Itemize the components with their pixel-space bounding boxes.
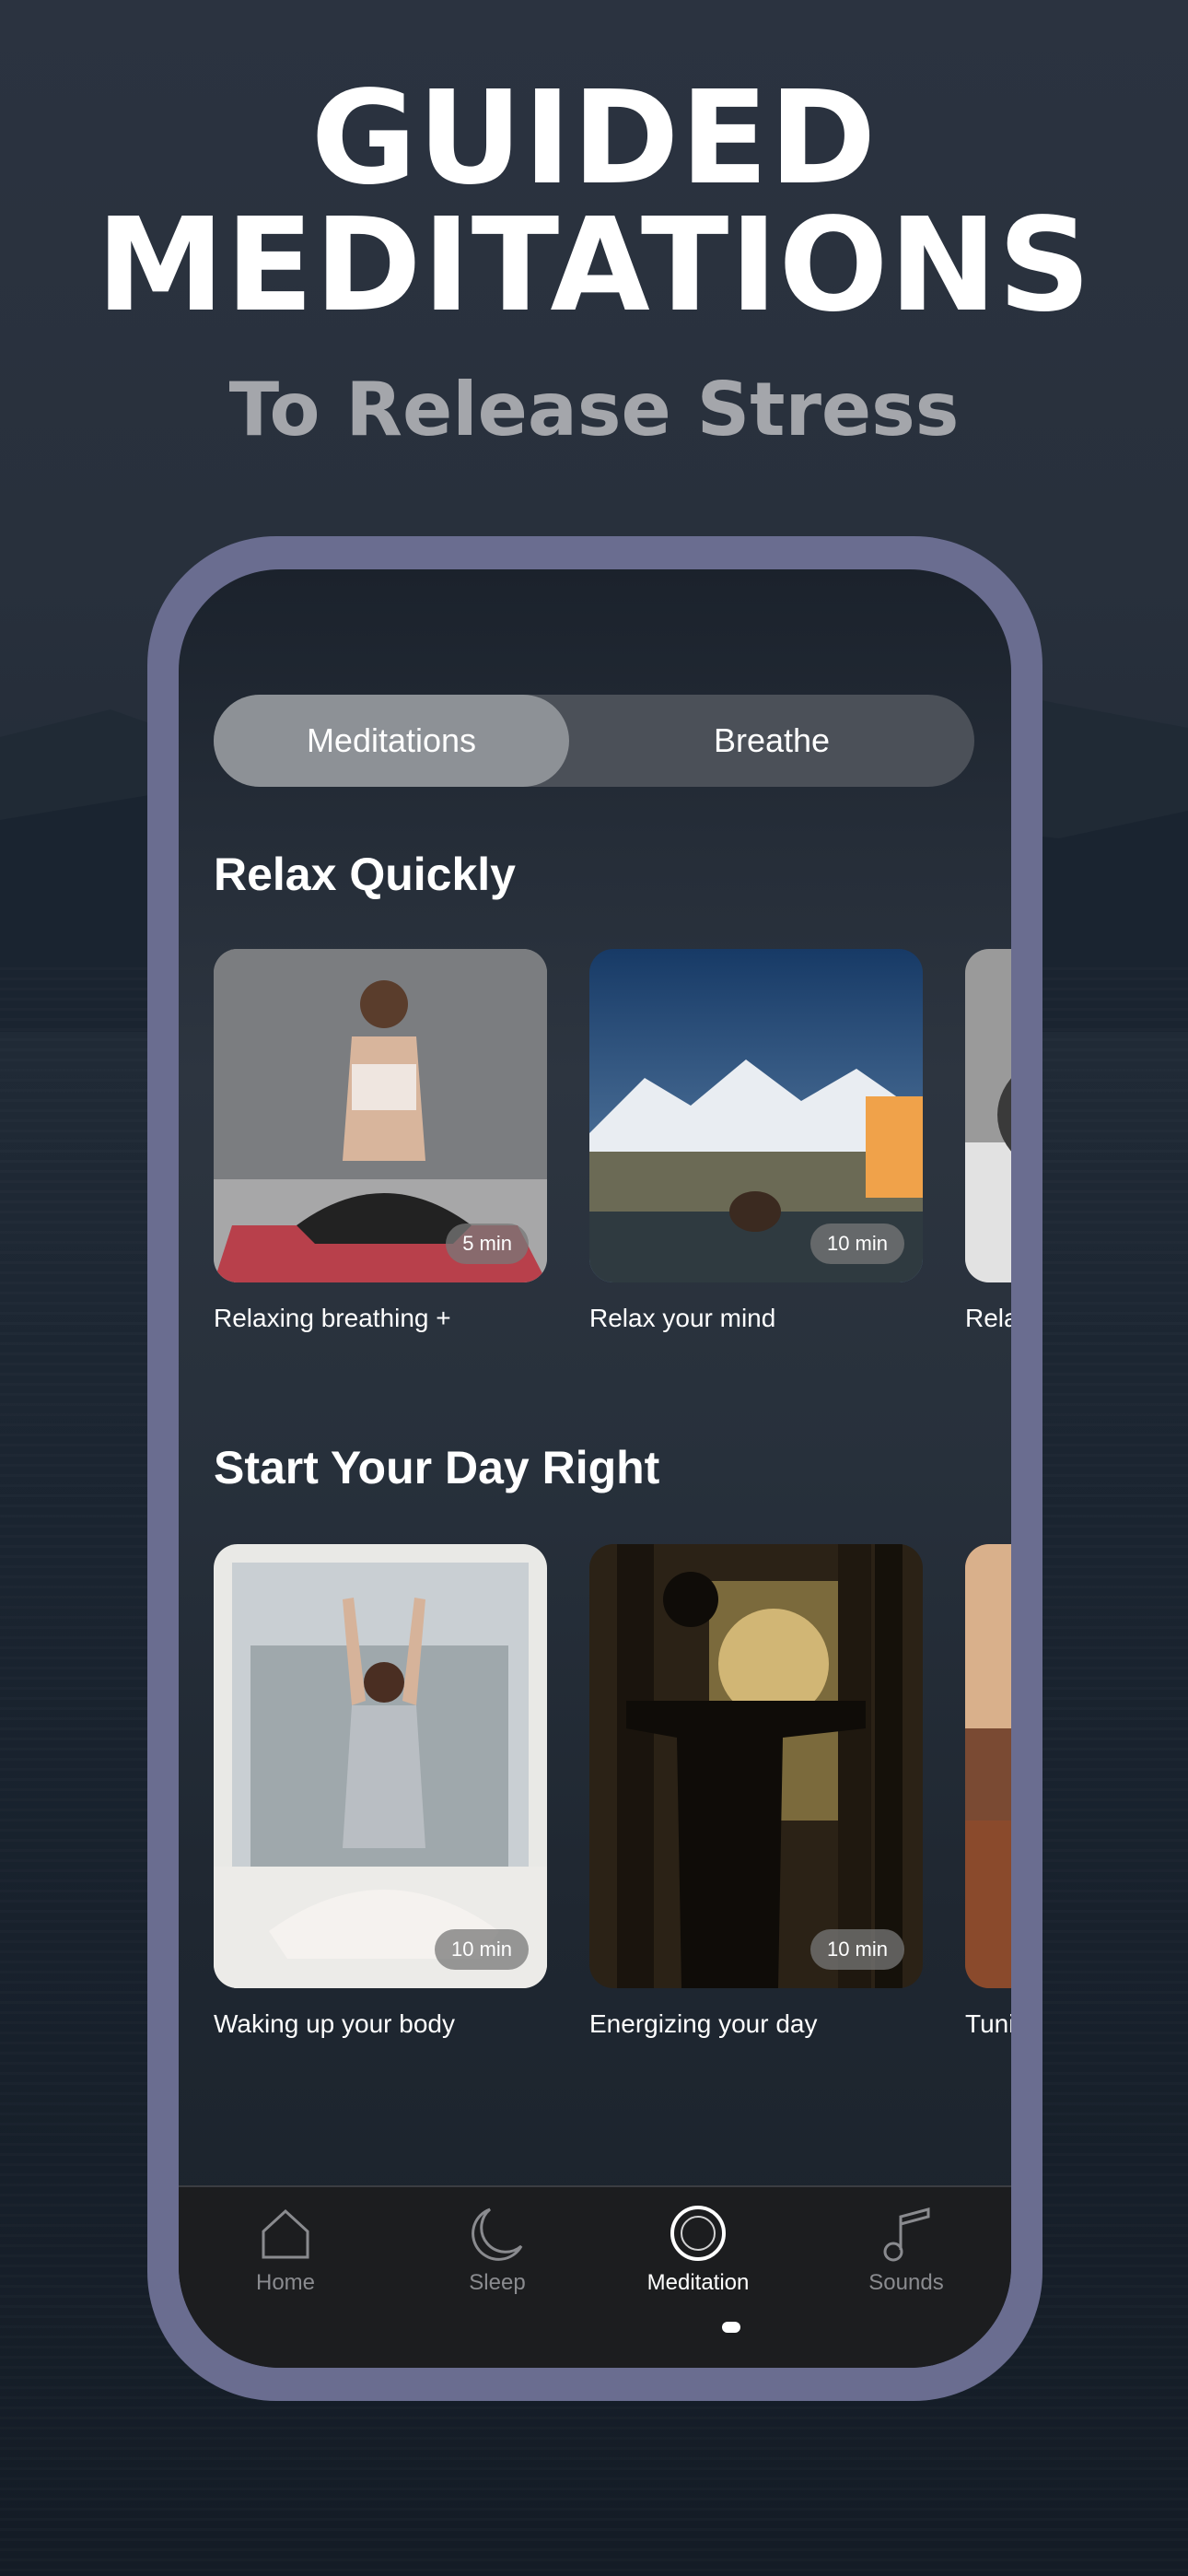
tab-sleep[interactable]: Sleep <box>424 2204 571 2296</box>
card-label[interactable]: Energizing your day <box>589 2009 817 2039</box>
app-screen: Meditations Breathe Relax Quickly 5 min … <box>179 569 1011 2368</box>
tab-meditations[interactable]: Meditations <box>214 695 569 787</box>
forest-silhouette-image <box>589 1544 923 1988</box>
section-title-relax-quickly: Relax Quickly <box>214 849 516 900</box>
stretching-woman-image <box>214 1544 547 1988</box>
meditation-circle-icon <box>670 2206 726 2261</box>
tab-sleep-label: Sleep <box>469 2270 526 2295</box>
sunset-meditation-image <box>965 1544 1011 1988</box>
card-relax-your-mind[interactable]: 10 min <box>589 949 923 1282</box>
card-label[interactable]: Relaxing breathing + <box>214 1304 451 1333</box>
card-label[interactable]: Tuning into life + <box>965 2009 1011 2039</box>
hero-title-line1: GUIDED <box>310 64 878 214</box>
duration-badge: 10 min <box>434 1929 529 1970</box>
tab-home[interactable]: Home <box>212 2204 359 2296</box>
hero-subtitle: To Release Stress <box>228 367 960 452</box>
home-indicator <box>722 2322 740 2333</box>
duration-badge: 5 min <box>446 1224 529 1264</box>
card-label[interactable]: Relax your mind <box>589 1304 775 1333</box>
tab-meditation[interactable]: Meditation <box>624 2204 772 2296</box>
card-relaxing-breathing[interactable]: 5 min <box>214 949 547 1282</box>
phone-frame: Meditations Breathe Relax Quickly 5 min … <box>147 536 1042 2401</box>
card-label[interactable]: Waking up your body <box>214 2009 455 2039</box>
tab-bar: Home Sleep Meditation Sounds <box>179 2185 1011 2368</box>
card-energizing-your-day[interactable]: 10 min <box>589 1544 923 1988</box>
tab-sounds-label: Sounds <box>868 2270 944 2295</box>
card-waking-up-your-body[interactable]: 10 min <box>214 1544 547 1988</box>
section-title-start-your-day-right: Start Your Day Right <box>214 1442 660 1493</box>
massage-image <box>965 949 1011 1282</box>
segmented-control: Meditations Breathe <box>214 695 974 787</box>
house-icon <box>262 2208 309 2259</box>
tab-meditation-label: Meditation <box>646 2270 750 2295</box>
hero-title: GUIDED MEDITATIONS <box>0 64 1188 341</box>
moon-icon <box>472 2207 523 2261</box>
card-label[interactable]: Relax your body <box>965 1304 1011 1333</box>
tab-home-label: Home <box>255 2270 316 2295</box>
card-relax-your-body[interactable] <box>965 949 1011 1282</box>
card-tuning-into-life[interactable] <box>965 1544 1011 1988</box>
tab-breathe[interactable]: Breathe <box>569 695 974 787</box>
hero-title-line2: MEDITATIONS <box>96 191 1092 341</box>
tab-sounds[interactable]: Sounds <box>833 2204 980 2296</box>
duration-badge: 10 min <box>809 1224 904 1264</box>
duration-badge: 10 min <box>809 1929 904 1970</box>
music-note-icon <box>883 2207 930 2262</box>
